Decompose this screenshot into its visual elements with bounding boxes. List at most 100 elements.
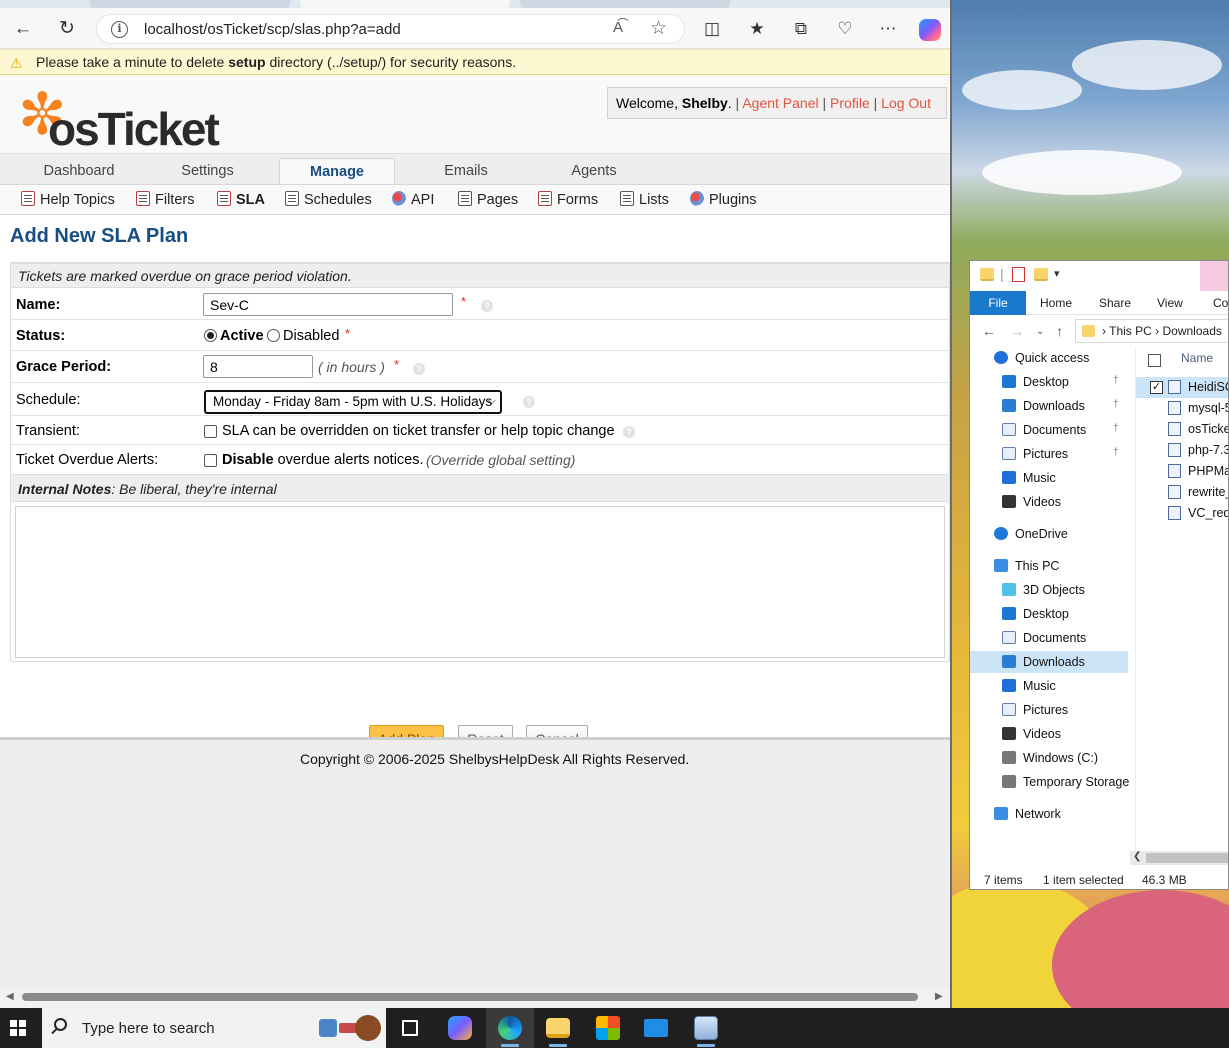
back-icon[interactable]: ← [982,323,996,339]
subnav-sla[interactable]: SLA [217,191,265,208]
file-list-scrollbar[interactable]: ❮ [1130,851,1228,865]
refresh-icon[interactable]: ↻ [56,18,78,40]
subnav-schedules[interactable]: Schedules [285,191,372,208]
nav-item[interactable]: Pictures [970,699,1128,721]
help-tip-icon[interactable]: ? [481,300,493,312]
taskbar-task-view[interactable] [386,1008,434,1048]
more-options-icon[interactable]: ⋯ [876,17,900,41]
nav-item[interactable]: Quick access [970,347,1128,369]
browser-tab-active[interactable] [300,0,510,8]
file-row[interactable]: ✓ HeidiSQL [1136,377,1228,398]
nav-item[interactable]: Network [970,803,1128,825]
nav-item[interactable]: Music [970,467,1128,489]
file-row[interactable]: php-7.3.8 [1136,440,1228,461]
tab-manage[interactable]: Manage [279,158,395,185]
nav-item[interactable]: OneDrive [970,523,1128,545]
logout-link[interactable]: Log Out [881,95,931,111]
horizontal-scrollbar[interactable]: ◀ ▶ [0,988,950,1008]
windows-start-icon[interactable] [10,1020,26,1036]
nav-item[interactable]: Downloads [970,651,1128,673]
explorer-address-bar[interactable]: › This PC › Downloads [1075,319,1228,343]
status-active-label[interactable]: Active [220,328,264,344]
name-input[interactable] [203,293,453,316]
tab-agents[interactable]: Agents [552,158,636,185]
status-disabled-radio[interactable] [267,329,280,342]
recent-locations-icon[interactable]: ⌄ [1036,326,1044,337]
tab-settings[interactable]: Settings [160,158,255,185]
schedule-select[interactable]: Monday - Friday 8am - 5pm with U.S. Holi… [204,390,502,414]
nav-item[interactable]: Videos [970,491,1128,513]
subnav-pages[interactable]: Pages [458,191,518,208]
favorites-icon[interactable]: ★ [745,17,769,41]
nav-item[interactable]: Music [970,675,1128,697]
taskbar-search-box[interactable]: Type here to search [42,1008,386,1048]
column-header-name[interactable]: Name [1181,351,1213,365]
back-icon[interactable]: ← [12,18,34,40]
select-all-checkbox[interactable] [1148,354,1161,367]
nav-item[interactable]: Documents † [970,419,1128,441]
nav-item[interactable]: Downloads † [970,395,1128,417]
customize-toolbar-icon[interactable]: ▾ [1054,267,1060,280]
browser-essentials-icon[interactable]: ♡ [833,17,857,41]
copilot-icon[interactable] [919,19,941,41]
taskbar-copilot[interactable] [436,1008,484,1048]
properties-icon[interactable] [1012,267,1025,282]
browser-tab[interactable] [90,0,290,8]
subnav-forms[interactable]: Forms [538,191,598,208]
address-bar[interactable]: i localhost/osTicket/scp/slas.php?a=add … [96,14,685,44]
nav-item[interactable]: Temporary Storage [970,771,1129,793]
nav-item[interactable]: Windows (C:) [970,747,1128,769]
ribbon-view-tab[interactable]: View [1157,296,1183,310]
nav-item[interactable]: Desktop † [970,371,1128,393]
subnav-help-topics[interactable]: Help Topics [21,191,115,208]
scrollbar-thumb[interactable] [1146,853,1228,863]
nav-item[interactable]: Documents [970,627,1128,649]
taskbar-mail[interactable] [632,1008,680,1048]
nav-item[interactable]: This PC [970,555,1128,577]
file-checkbox[interactable]: ✓ [1150,381,1163,394]
nav-item[interactable]: Desktop [970,603,1128,625]
search-highlight-icon[interactable] [317,1013,383,1043]
file-row[interactable]: rewrite_a [1136,482,1228,503]
subnav-api[interactable]: API [392,191,434,208]
grace-period-input[interactable] [203,355,313,378]
profile-link[interactable]: Profile [830,95,870,111]
breadcrumb-downloads[interactable]: Downloads [1163,324,1222,338]
up-icon[interactable]: ↑ [1056,323,1063,339]
ribbon-compress-tab[interactable]: Cor [1213,296,1228,310]
read-aloud-icon[interactable]: A͡ [613,19,623,36]
agent-panel-link[interactable]: Agent Panel [742,95,818,111]
help-tip-icon[interactable]: ? [623,426,635,438]
split-screen-icon[interactable]: ◫ [700,17,724,41]
taskbar-installer[interactable] [682,1008,730,1048]
scroll-right-icon[interactable]: ▶ [935,991,943,1002]
scroll-left-icon[interactable]: ❮ [1133,851,1141,862]
nav-item[interactable]: Videos [970,723,1128,745]
nav-item[interactable]: Pictures † [970,443,1128,465]
nav-item[interactable]: 3D Objects [970,579,1128,601]
favorite-star-icon[interactable]: ☆ [650,17,667,40]
status-disabled-label[interactable]: Disabled [283,328,339,344]
file-row[interactable]: mysql-5. [1136,398,1228,419]
subnav-filters[interactable]: Filters [136,191,194,208]
ribbon-home-tab[interactable]: Home [1040,296,1072,310]
ribbon-file-tab[interactable]: File [970,291,1026,315]
tab-emails[interactable]: Emails [424,158,508,185]
overdue-alerts-checkbox[interactable] [204,454,217,467]
file-row[interactable]: PHPMan [1136,461,1228,482]
subnav-plugins[interactable]: Plugins [690,191,757,208]
scrollbar-thumb[interactable] [22,993,918,1001]
help-tip-icon[interactable]: ? [413,363,425,375]
site-info-icon[interactable]: i [111,21,128,38]
url-text[interactable]: localhost/osTicket/scp/slas.php?a=add [144,21,401,38]
collections-icon[interactable]: ⧉ [789,17,813,41]
file-row[interactable]: osTicket- [1136,419,1228,440]
scroll-left-icon[interactable]: ◀ [6,991,14,1002]
taskbar-file-explorer[interactable] [534,1008,582,1048]
taskbar-edge[interactable] [486,1008,534,1048]
file-row[interactable]: VC_redist [1136,503,1228,524]
transient-text[interactable]: SLA can be overridden on ticket transfer… [222,423,615,439]
forward-icon[interactable]: → [1010,323,1024,339]
taskbar-store[interactable] [584,1008,632,1048]
browser-tab[interactable] [520,0,730,8]
